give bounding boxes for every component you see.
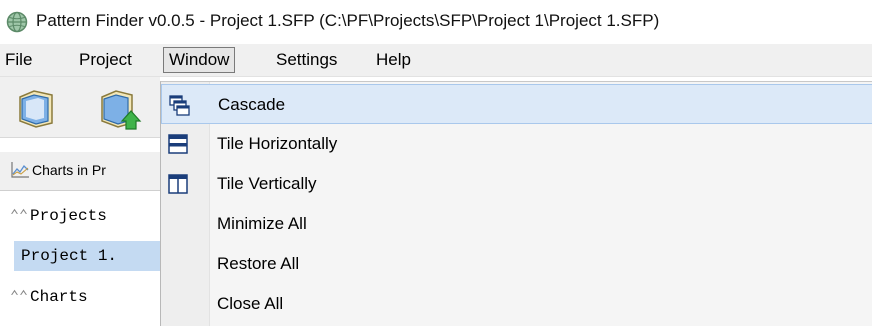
menu-item-label: Tile Horizontally xyxy=(217,134,338,153)
menu-item-cascade[interactable]: Cascade xyxy=(161,84,872,124)
menu-item-close-all[interactable]: Close All xyxy=(161,284,872,324)
menu-file[interactable]: File xyxy=(2,49,35,71)
title-bar: Pattern Finder v0.0.5 - Project 1.SFP (C… xyxy=(0,0,872,44)
line-chart-icon xyxy=(11,162,29,178)
charts-tab-label: Charts in Pr xyxy=(32,162,106,178)
menu-item-minimize-all[interactable]: Minimize All xyxy=(161,204,872,244)
charts-panel-header[interactable]: ⌃⌃ Charts xyxy=(0,280,160,314)
menu-item-label: Tile Vertically xyxy=(217,174,317,193)
menu-item-label: Close All xyxy=(217,294,284,313)
menu-bar: File Project Window Settings Help xyxy=(0,44,872,77)
collapse-chevron-icon[interactable]: ⌃⌃ xyxy=(10,206,28,225)
menu-help[interactable]: Help xyxy=(373,49,414,71)
menu-settings[interactable]: Settings xyxy=(273,49,340,71)
menu-item-label: Restore All xyxy=(217,254,300,273)
menu-item-tile-vertically[interactable]: Tile Vertically xyxy=(161,164,872,204)
tile-vertical-icon xyxy=(168,174,188,194)
window-title: Pattern Finder v0.0.5 - Project 1.SFP (C… xyxy=(36,11,660,30)
project-list-item[interactable]: Project 1. xyxy=(14,241,160,271)
app-globe-icon xyxy=(6,11,28,33)
menu-project[interactable]: Project xyxy=(76,49,135,71)
menu-item-label: Minimize All xyxy=(217,214,307,233)
cascade-icon xyxy=(169,95,190,116)
upload-project-button[interactable] xyxy=(96,85,142,131)
window-menu-dropdown: Cascade Tile Horizontally Tile Verticall… xyxy=(160,81,872,326)
open-project-button[interactable] xyxy=(14,85,60,131)
projects-panel-header[interactable]: ⌃⌃ Projects xyxy=(0,199,160,233)
charts-in-project-tab[interactable]: Charts in Pr xyxy=(0,152,160,191)
menu-item-label: Cascade xyxy=(218,95,286,114)
projects-header-label: Projects xyxy=(30,207,107,225)
menu-item-tile-horizontally[interactable]: Tile Horizontally xyxy=(161,124,872,164)
menu-item-restore-all[interactable]: Restore All xyxy=(161,244,872,284)
tile-horizontal-icon xyxy=(168,134,188,154)
toolbar xyxy=(0,77,160,138)
collapse-chevron-icon[interactable]: ⌃⌃ xyxy=(10,287,28,306)
charts-header-label: Charts xyxy=(30,288,88,306)
menu-window[interactable]: Window xyxy=(163,47,236,73)
project-item-label: Project 1. xyxy=(21,247,118,265)
